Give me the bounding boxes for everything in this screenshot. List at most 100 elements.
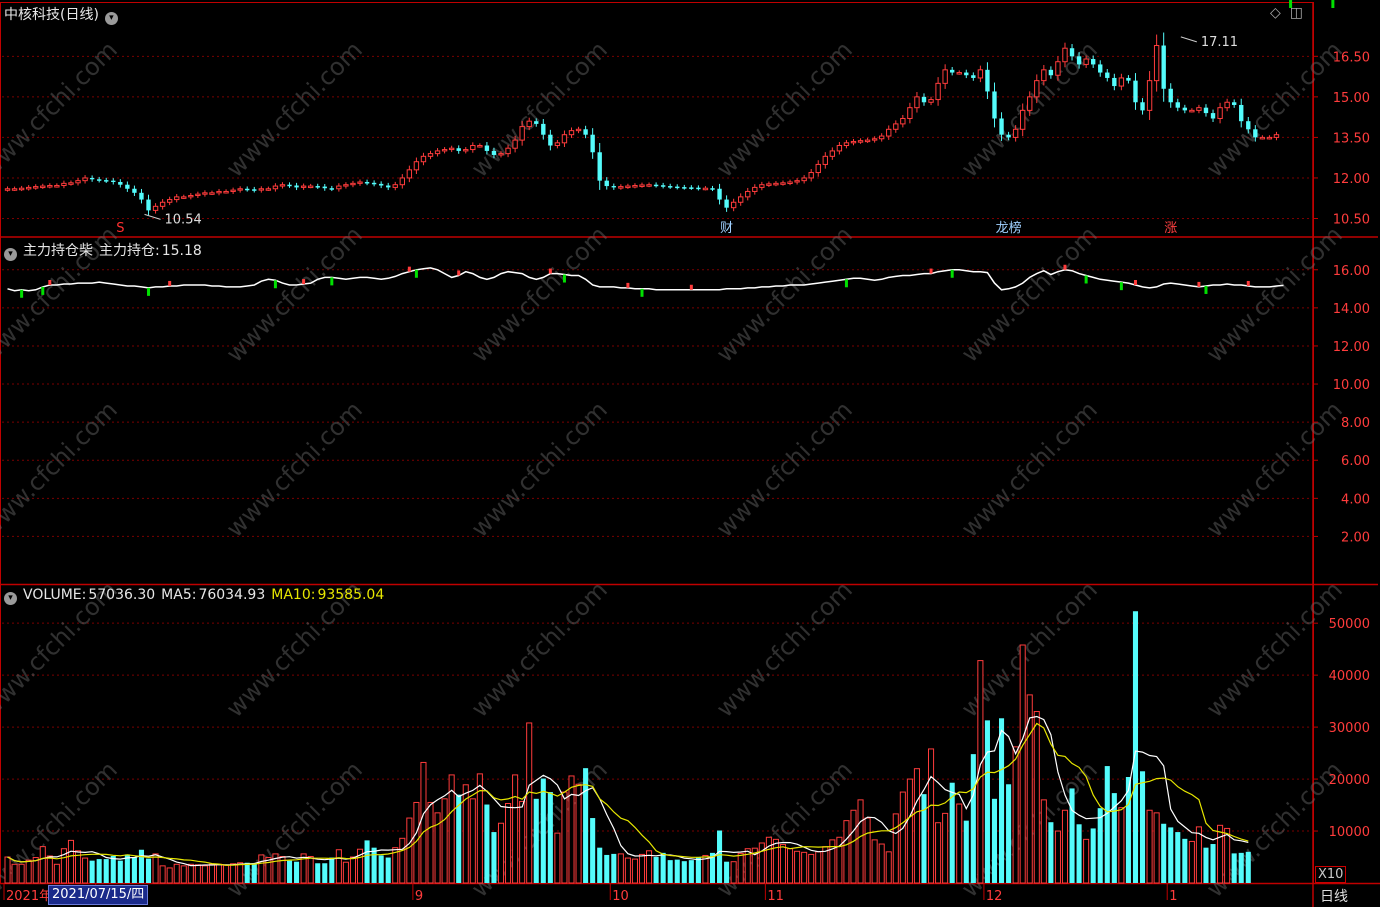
indicator-up-mark <box>457 270 461 276</box>
candle-body <box>575 128 582 132</box>
indicator-down-mark <box>562 274 566 283</box>
volume-bar <box>194 864 201 884</box>
volume-bar <box>921 794 927 883</box>
volume-bar <box>878 843 885 884</box>
volume-panel[interactable] <box>4 611 1251 884</box>
candle-body <box>399 177 405 186</box>
candle-body <box>766 183 772 186</box>
candle-body <box>159 201 166 207</box>
candle-body <box>470 145 476 151</box>
candle-body <box>322 186 327 189</box>
watermark-text: www.cfchi.com <box>711 36 858 183</box>
volume-y-tick-label: 30000 <box>1329 721 1370 736</box>
candle-body <box>300 185 307 188</box>
volume-bar <box>152 853 159 884</box>
indicator-up-mark <box>929 268 933 274</box>
x10-label[interactable]: X10 <box>1315 866 1347 883</box>
candle-body <box>1210 113 1216 119</box>
candle-body <box>1098 64 1103 73</box>
volume-bar <box>730 861 737 884</box>
tab-daily[interactable]: 日线 <box>1320 886 1348 906</box>
volume-bar <box>1168 827 1174 883</box>
volume-bar <box>1195 826 1202 884</box>
candle-body <box>223 190 229 194</box>
volume-bar <box>4 856 11 884</box>
candle-body <box>597 152 602 181</box>
volume-bar <box>406 817 413 884</box>
indicator-up-mark <box>1246 280 1250 286</box>
volume-bar <box>956 803 963 884</box>
volume-bar <box>864 817 871 884</box>
volume-bar <box>371 847 377 883</box>
window-toggle-icon[interactable]: ◫ <box>1290 5 1303 21</box>
volume-bar <box>604 854 610 883</box>
volume-bar <box>554 832 561 884</box>
chevron-down-icon[interactable]: ▾ <box>4 592 17 605</box>
volume-y-tick-label: 50000 <box>1329 617 1370 632</box>
candle-body <box>139 192 144 200</box>
watermark-text: www.cfchi.com <box>1201 36 1348 183</box>
volume-bar <box>159 865 166 884</box>
candle-body <box>1203 107 1209 114</box>
volume-bar <box>737 852 744 884</box>
candle-body <box>47 185 53 188</box>
price-y-tick-label: 10.50 <box>1333 212 1370 227</box>
indicator-down-mark <box>640 288 644 297</box>
volume-bar <box>660 852 666 883</box>
candle-body <box>463 149 469 152</box>
indicator-y-tick-label: 2.00 <box>1341 530 1370 545</box>
watermark-text: www.cfchi.com <box>466 36 613 183</box>
volume-bar <box>512 774 519 884</box>
volume-bar <box>928 748 935 884</box>
candle-body <box>4 188 11 191</box>
volume-bar <box>251 863 257 883</box>
chevron-down-icon[interactable]: ▾ <box>104 12 118 25</box>
price-panel[interactable]: S 财 龙榜 涨 10.54 17.11 <box>4 32 1280 236</box>
volume-bar <box>674 859 680 883</box>
candle-body <box>1239 104 1244 122</box>
volume-bar <box>1040 799 1047 884</box>
indicator-name[interactable]: 主力持仓柴 <box>23 243 93 259</box>
volume-bar <box>1048 822 1054 883</box>
candle-body <box>787 181 793 184</box>
volume-bar <box>1076 824 1082 883</box>
candle-body <box>1083 58 1089 65</box>
candle-body <box>1041 69 1047 82</box>
diamond-icon[interactable]: ◇ <box>1270 5 1281 21</box>
annotation-pointer <box>1180 36 1197 43</box>
candle-body <box>25 186 32 190</box>
candle-body <box>166 199 173 203</box>
indicator-y-tick-label: 6.00 <box>1341 454 1370 469</box>
candle-body <box>653 184 659 187</box>
volume-bar <box>1061 809 1069 884</box>
candle-body <box>1118 77 1125 87</box>
chart-canvas[interactable]: www.cfchi.com www.cfchi.com www.cfchi.com w… <box>0 0 1380 907</box>
candle-body <box>104 180 109 182</box>
candle-body <box>738 196 744 203</box>
stock-title[interactable]: 中核科技(日线) <box>4 7 99 23</box>
candle-body <box>1112 77 1117 87</box>
candle-body <box>956 72 962 75</box>
candle-body <box>773 182 779 186</box>
volume-bar <box>815 851 822 884</box>
candle-body <box>519 126 525 141</box>
chevron-down-icon[interactable]: ▾ <box>4 248 17 261</box>
volume-bar <box>18 863 25 884</box>
indicator-header: ▾ 主力持仓柴 主力持仓: 15.18 <box>4 240 208 261</box>
candle-body <box>1182 107 1188 111</box>
candle-body <box>646 184 652 187</box>
watermark-text: www.cfchi.com <box>956 221 1103 368</box>
volume-bar <box>533 798 539 883</box>
event-marker: 龙榜 <box>996 220 1022 236</box>
candle-body <box>132 188 137 193</box>
volume-bar <box>575 783 582 884</box>
volume-bar <box>180 865 187 884</box>
candle-body <box>815 163 821 174</box>
indicator-up-mark <box>1133 280 1137 285</box>
candle-body <box>935 82 941 101</box>
volume-bar <box>1012 746 1019 884</box>
volume-bar <box>103 859 109 883</box>
ma10-label: MA10: <box>271 587 316 603</box>
candle-body <box>730 201 737 209</box>
selected-date-box: 2021/07/15/四 <box>48 885 149 905</box>
